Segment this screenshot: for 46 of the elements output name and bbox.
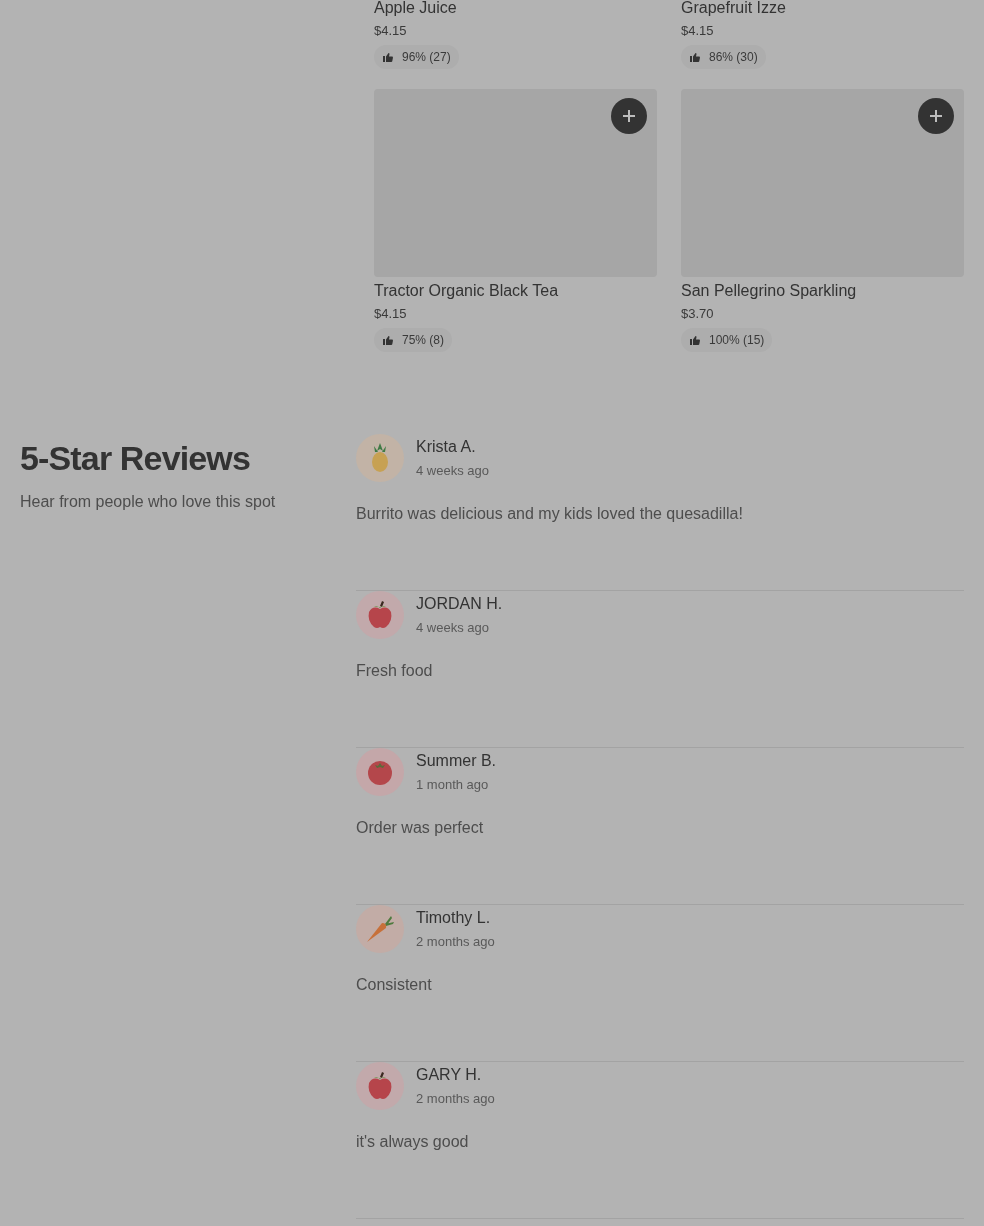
product-card[interactable]: San Pellegrino Sparkling $3.70 100% (15) bbox=[681, 89, 964, 352]
review-time: 2 months ago bbox=[416, 934, 495, 950]
product-name: Tractor Organic Black Tea bbox=[374, 283, 560, 299]
product-name: Apple Juice bbox=[374, 0, 458, 16]
reviewer-name: Summer B. bbox=[416, 751, 496, 771]
section-subtitle: Hear from people who love this spot bbox=[20, 492, 277, 512]
product-card[interactable]: Grapefruit Izze $4.15 86% (30) bbox=[681, 0, 964, 69]
carrot-icon bbox=[365, 914, 395, 944]
rating-text: 86% (30) bbox=[709, 49, 758, 66]
apple-icon bbox=[367, 1072, 393, 1100]
review-text: Order was perfect bbox=[356, 818, 485, 838]
thumbs-up-icon bbox=[689, 51, 701, 63]
product-card[interactable]: Apple Juice $4.15 96% (27) bbox=[374, 0, 657, 69]
product-name: Grapefruit Izze bbox=[681, 0, 787, 16]
rating-text: 75% (8) bbox=[402, 332, 445, 349]
rating-text: 96% (27) bbox=[402, 49, 451, 66]
reviewer-name: Krista A. bbox=[416, 437, 477, 457]
reviewer-name: Timothy L. bbox=[416, 908, 492, 928]
review-time: 4 weeks ago bbox=[416, 463, 489, 479]
review-time: 1 month ago bbox=[416, 777, 490, 793]
pineapple-icon bbox=[369, 443, 391, 473]
rating-text: 100% (15) bbox=[709, 332, 765, 349]
thumbs-up-icon bbox=[382, 334, 394, 346]
product-price: $4.15 bbox=[374, 23, 408, 39]
review-text: Burrito was delicious and my kids loved the quesadilla! bbox=[356, 504, 744, 524]
product-price: $4.15 bbox=[681, 23, 715, 39]
product-card[interactable]: Tractor Organic Black Tea $4.15 75% (8) bbox=[374, 89, 657, 352]
review-text: it's always good bbox=[356, 1132, 470, 1152]
review-time: 2 months ago bbox=[416, 1091, 495, 1107]
section-title: 5-Star Reviews bbox=[20, 438, 251, 478]
product-name: San Pellegrino Sparkling bbox=[681, 283, 858, 299]
thumbs-up-icon bbox=[689, 334, 701, 346]
apple-icon bbox=[367, 601, 393, 629]
review-time: 4 weeks ago bbox=[416, 620, 490, 636]
reviewer-name: GARY H. bbox=[416, 1065, 483, 1085]
add-button[interactable] bbox=[611, 98, 647, 134]
product-price: $4.15 bbox=[374, 306, 408, 322]
review-text: Consistent bbox=[356, 975, 433, 995]
thumbs-up-icon bbox=[382, 51, 394, 63]
plus-icon bbox=[622, 109, 636, 123]
plus-icon bbox=[929, 109, 943, 123]
add-button[interactable] bbox=[918, 98, 954, 134]
reviewer-name: JORDAN H. bbox=[416, 594, 503, 614]
tomato-icon bbox=[367, 759, 393, 785]
product-price: $3.70 bbox=[681, 306, 715, 322]
review-text: Fresh food bbox=[356, 661, 434, 681]
